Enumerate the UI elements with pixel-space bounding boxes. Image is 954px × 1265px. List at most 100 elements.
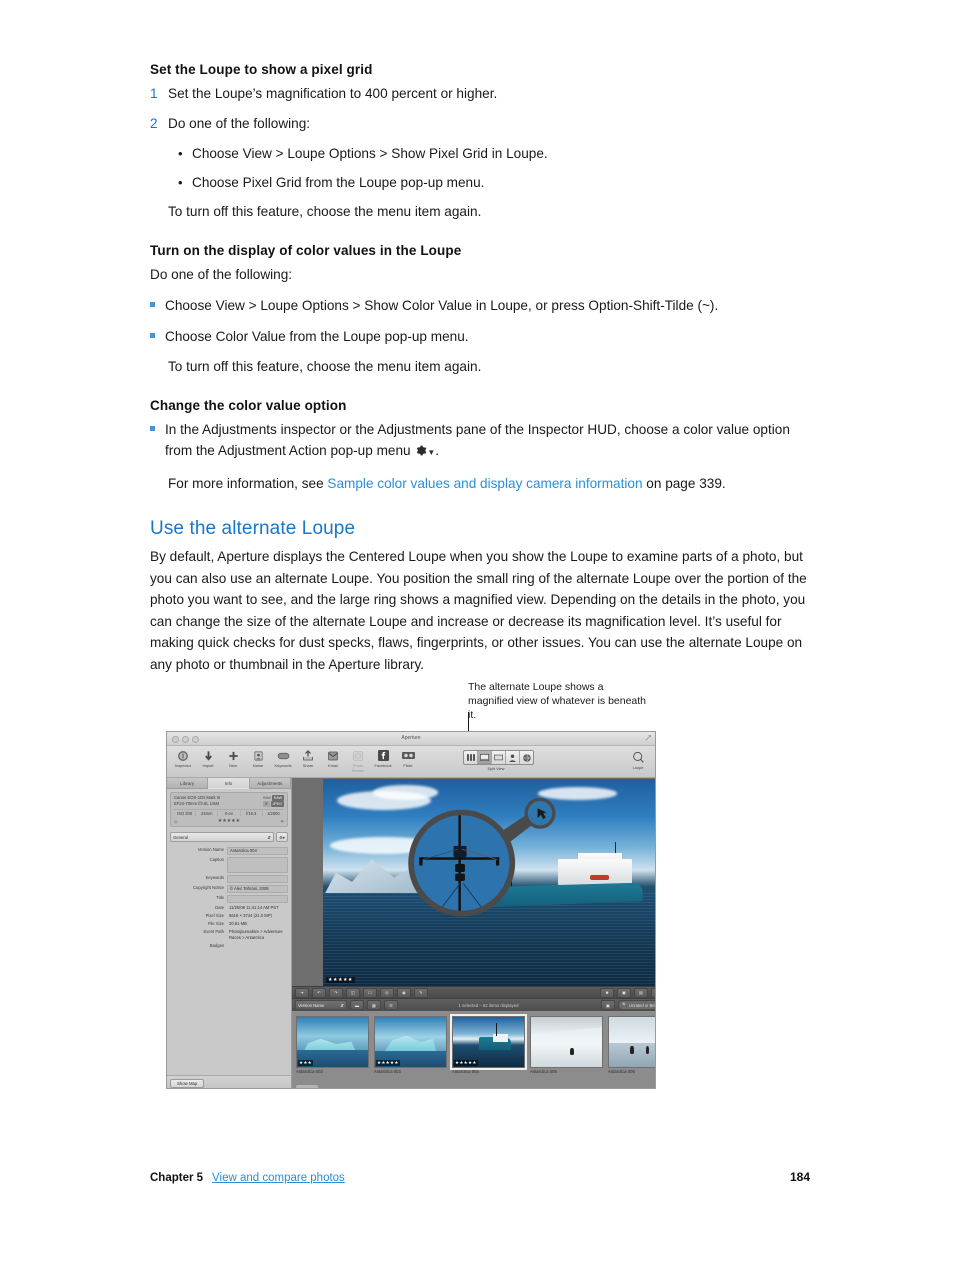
field-label: Version Name: [197, 847, 224, 852]
tab-info[interactable]: Info: [208, 778, 250, 789]
more-info-line: For more information, see Sample color v…: [150, 473, 810, 495]
chevron-updown-icon: ⇵: [267, 834, 271, 840]
bullet-dot-icon: •: [178, 175, 183, 190]
footer-chapter-link[interactable]: View and compare photos: [212, 1172, 345, 1184]
toolbar-button-new[interactable]: New: [222, 748, 244, 773]
field-label: Pixel Size: [205, 913, 224, 918]
thumbnail-image[interactable]: ★★★★★: [374, 1016, 447, 1068]
field-label: Badges: [209, 943, 224, 948]
square-bullet-text: Choose View > Loupe Options > Show Color…: [165, 298, 719, 313]
heading-change-color-value: Change the color value option: [150, 397, 347, 413]
primary-only-button[interactable]: ■: [600, 987, 614, 998]
thumbnail-item[interactable]: Antarctica 006: [608, 1016, 655, 1086]
metadata-action-button[interactable]: ⚙▾: [276, 832, 288, 842]
exif-iso: ISO 200: [174, 811, 197, 816]
metadata-row: Date 11/25/08 11:41:14 AM PST: [170, 905, 288, 911]
viewer-canvas: ★★★★★: [292, 778, 655, 986]
note-color-values: To turn off this feature, choose the men…: [168, 359, 482, 374]
step-text: Set the Loupe’s magnification to 400 per…: [168, 86, 498, 101]
gear-icon: [414, 442, 427, 464]
thumbnail-item[interactable]: ★★★ Antarctica 002: [296, 1016, 369, 1086]
quick-brush-button[interactable]: ✎: [414, 987, 428, 998]
spot-repair-button[interactable]: ◎: [380, 987, 394, 998]
thumbnail-caption: Antarctica 002: [296, 1069, 323, 1074]
rating-stars[interactable]: ◎ ★★★★★ ⚑: [174, 818, 284, 824]
document-page: Set the Loupe to show a pixel grid 1 Set…: [0, 0, 954, 1265]
thumbnail-item[interactable]: Antarctica 005: [530, 1016, 603, 1086]
field-value-event-path: Photojournalism > Adventure Races > Anta…: [229, 929, 283, 940]
toolbar-button-import[interactable]: Import: [197, 748, 219, 773]
cloud: [538, 787, 618, 800]
toolbar-button-keywords[interactable]: Keywords: [272, 748, 294, 773]
bullet-item: • Choose Pixel Grid from the Loupe pop-u…: [150, 172, 810, 193]
inspector-panel: Library Info Adjustments Canon EOS-1Ds M…: [167, 778, 292, 1088]
tab-adjustments[interactable]: Adjustments: [249, 778, 291, 789]
select-tool-button[interactable]: ➔: [295, 987, 309, 998]
penguin: [630, 1046, 634, 1054]
segment-places[interactable]: [520, 751, 533, 764]
toolbar-button-flickr[interactable]: Flickr: [397, 748, 419, 773]
segment-viewer[interactable]: [492, 751, 506, 764]
share-export-icon: [297, 748, 319, 763]
more-info-post: on page 339.: [642, 475, 726, 491]
toolbar-button-facebook[interactable]: Facebook: [372, 748, 394, 773]
segment-browser-grid[interactable]: [464, 751, 478, 764]
window-titlebar: Aperture: [167, 732, 655, 746]
rotate-left-button[interactable]: ↶: [312, 987, 326, 998]
horizontal-scrollbar[interactable]: [296, 1085, 318, 1088]
toolbar-label: Photo Stream: [351, 763, 365, 773]
zoom-view-button[interactable]: ◫: [651, 987, 655, 998]
heading-pixel-grid: Set the Loupe to show a pixel grid: [150, 62, 373, 77]
cloud: [330, 836, 438, 854]
thumbnail-image[interactable]: [530, 1016, 603, 1068]
toolbar-button-name[interactable]: Name: [247, 748, 269, 773]
rotate-right-button[interactable]: ↷: [329, 987, 343, 998]
metadata-row: Version Name Antarctica 004: [170, 847, 288, 855]
content-column: Set the Loupe to show a pixel grid 1 Set…: [150, 62, 810, 686]
metadata-row: Copyright Notice © Alec Tehrani, 2008: [170, 885, 288, 893]
bullet-text: Choose Pixel Grid from the Loupe pop-up …: [192, 175, 485, 190]
field-value-version-name[interactable]: Antarctica 004: [227, 847, 288, 855]
field-value-date: 11/25/08 11:41:14 AM PST: [229, 905, 279, 910]
field-value-copyright[interactable]: © Alec Tehrani, 2008: [227, 885, 288, 893]
footer-chapter: Chapter 5: [150, 1172, 204, 1184]
ship-hull: [473, 882, 643, 908]
app-toolbar: Inspector Import New Name Keywords Share…: [167, 746, 655, 778]
thumbnail-caption: Antarctica 004: [452, 1069, 479, 1074]
field-label: Copyright Notice: [193, 885, 224, 890]
show-map-button[interactable]: Show Map: [170, 1079, 205, 1088]
metadata-row: Event Path Photojournalism > Adventure R…: [170, 929, 288, 941]
segment-faces[interactable]: [506, 751, 520, 764]
crop-button[interactable]: ☐: [363, 987, 377, 998]
field-value-title[interactable]: [227, 895, 288, 903]
tab-library[interactable]: Library: [167, 778, 209, 789]
thumbnail-item[interactable]: ★★★★★ Antarctica 003: [374, 1016, 447, 1086]
metadata-preset-select[interactable]: General ⇵: [170, 832, 274, 842]
loupe-magnifier-icon: [627, 750, 649, 765]
compare-button[interactable]: ▣: [617, 987, 631, 998]
rotate-badge[interactable]: ↺: [262, 801, 270, 807]
straighten-button[interactable]: ◫: [346, 987, 360, 998]
thumbnail-image[interactable]: ★★★★★: [450, 1014, 527, 1070]
toolbar-button-loupe[interactable]: Loupe: [627, 750, 649, 770]
toolbar-button-share[interactable]: Share: [297, 748, 319, 773]
toolbar-button-email[interactable]: Email: [322, 748, 344, 773]
segment-split-view[interactable]: [478, 751, 492, 764]
red-eye-button[interactable]: ◉: [397, 987, 411, 998]
field-value-caption[interactable]: [227, 857, 288, 873]
main-photo[interactable]: ★★★★★: [323, 779, 655, 986]
app-body: Library Info Adjustments Canon EOS-1Ds M…: [167, 778, 655, 1088]
thumbnail-item-selected[interactable]: ★★★★★ Antarctica 004: [450, 1014, 527, 1086]
toolbar-button-inspector[interactable]: Inspector: [172, 748, 194, 773]
toolbar-button-photo-stream[interactable]: Photo Stream: [347, 748, 369, 773]
keywords-tag-icon: [272, 748, 294, 763]
facebook-icon: [372, 748, 394, 763]
thumbnail-stars: ★★★: [298, 1060, 314, 1066]
fullscreen-icon[interactable]: [645, 735, 651, 741]
thumbnail-image[interactable]: [608, 1016, 655, 1068]
thumbnail-image[interactable]: ★★★: [296, 1016, 369, 1068]
metadata-overlay-button[interactable]: ▤: [634, 987, 648, 998]
view-mode-segmented-control[interactable]: [463, 750, 534, 765]
field-value-keywords[interactable]: [227, 875, 288, 883]
sample-color-values-link[interactable]: Sample color values and display camera i…: [327, 476, 642, 491]
